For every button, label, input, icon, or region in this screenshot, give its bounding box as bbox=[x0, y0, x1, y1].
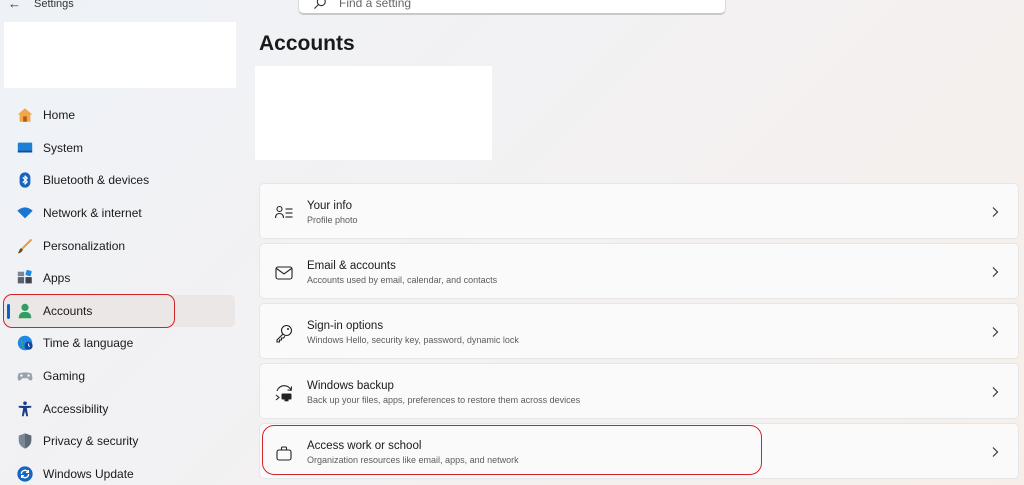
sidebar-nav: Home System Bluetooth & devices Network … bbox=[0, 99, 240, 485]
card-email-accounts[interactable]: Email & accounts Accounts used by email,… bbox=[259, 243, 1019, 299]
briefcase-icon bbox=[274, 443, 294, 463]
sidebar-item-accounts[interactable]: Accounts bbox=[4, 294, 235, 328]
sidebar-item-label: Gaming bbox=[43, 369, 86, 384]
card-access-work-school[interactable]: Access work or school Organization resou… bbox=[259, 423, 1019, 479]
card-title: Your info bbox=[307, 200, 352, 212]
sidebar-item-windows-update[interactable]: Windows Update bbox=[4, 458, 235, 485]
card-windows-backup[interactable]: Windows backup Back up your files, apps,… bbox=[259, 363, 1019, 419]
sidebar-item-home[interactable]: Home bbox=[4, 99, 235, 132]
wifi-icon bbox=[16, 204, 34, 222]
back-button[interactable]: ← bbox=[8, 0, 21, 11]
backup-icon bbox=[274, 383, 294, 403]
home-icon bbox=[16, 106, 34, 124]
person-lines-icon bbox=[274, 203, 294, 223]
brush-icon bbox=[16, 237, 34, 255]
settings-list: Your info Profile photo Email & accounts… bbox=[259, 183, 1019, 483]
sidebar-item-privacy-security[interactable]: Privacy & security bbox=[4, 425, 235, 458]
title-bar: ← Settings bbox=[0, 0, 1024, 15]
chevron-right-icon bbox=[990, 385, 1000, 397]
sidebar-item-label: Accessibility bbox=[43, 401, 109, 416]
card-title: Email & accounts bbox=[307, 260, 396, 272]
profile-card[interactable] bbox=[4, 22, 236, 88]
key-icon bbox=[274, 323, 294, 343]
chevron-right-icon bbox=[990, 445, 1000, 457]
mail-icon bbox=[274, 263, 294, 283]
system-icon bbox=[16, 139, 34, 157]
sidebar-item-bluetooth[interactable]: Bluetooth & devices bbox=[4, 164, 235, 197]
apps-icon bbox=[16, 269, 34, 287]
card-title: Access work or school bbox=[307, 440, 422, 452]
sidebar-item-label: Apps bbox=[43, 271, 71, 286]
chevron-right-icon bbox=[990, 265, 1000, 277]
sidebar-item-label: Bluetooth & devices bbox=[43, 173, 150, 188]
avatar bbox=[255, 66, 492, 160]
card-subtitle: Accounts used by email, calendar, and co… bbox=[307, 275, 498, 285]
gamepad-icon bbox=[16, 367, 34, 385]
bluetooth-icon bbox=[16, 171, 34, 189]
card-subtitle: Windows Hello, security key, password, d… bbox=[307, 335, 519, 345]
sidebar-item-network[interactable]: Network & internet bbox=[4, 197, 235, 230]
page-title: Accounts bbox=[259, 32, 355, 55]
card-title: Sign-in options bbox=[307, 320, 384, 332]
card-subtitle: Organization resources like email, apps,… bbox=[307, 455, 519, 465]
card-sign-in-options[interactable]: Sign-in options Windows Hello, security … bbox=[259, 303, 1019, 359]
update-icon bbox=[16, 465, 34, 483]
sidebar-item-label: Accounts bbox=[43, 303, 93, 318]
card-subtitle: Back up your files, apps, preferences to… bbox=[307, 395, 581, 405]
sidebar-item-label: Home bbox=[43, 108, 76, 123]
chevron-right-icon bbox=[990, 205, 1000, 217]
sidebar-item-label: System bbox=[43, 140, 84, 155]
sidebar-item-label: Windows Update bbox=[43, 466, 134, 481]
chevron-right-icon bbox=[990, 325, 1000, 337]
search-input[interactable] bbox=[339, 0, 699, 10]
globe-clock-icon bbox=[16, 334, 34, 352]
sidebar-item-gaming[interactable]: Gaming bbox=[4, 360, 235, 393]
search-box[interactable] bbox=[298, 0, 726, 15]
sidebar-item-accessibility[interactable]: Accessibility bbox=[4, 392, 235, 425]
sidebar-item-personalization[interactable]: Personalization bbox=[4, 229, 235, 262]
selection-indicator bbox=[7, 303, 10, 319]
card-your-info[interactable]: Your info Profile photo bbox=[259, 183, 1019, 239]
sidebar-item-system[interactable]: System bbox=[4, 132, 235, 165]
sidebar-item-label: Time & language bbox=[43, 336, 134, 351]
search-icon bbox=[314, 0, 326, 9]
card-title: Windows backup bbox=[307, 380, 394, 392]
accessibility-icon bbox=[16, 400, 34, 418]
sidebar-item-label: Network & internet bbox=[43, 206, 142, 221]
shield-icon bbox=[16, 432, 34, 450]
sidebar-item-label: Personalization bbox=[43, 238, 126, 253]
sidebar-item-apps[interactable]: Apps bbox=[4, 262, 235, 295]
card-subtitle: Profile photo bbox=[307, 215, 358, 225]
sidebar-item-label: Privacy & security bbox=[43, 434, 139, 449]
accounts-icon bbox=[16, 302, 34, 320]
sidebar-item-time-language[interactable]: Time & language bbox=[4, 327, 235, 360]
app-title: Settings bbox=[34, 0, 74, 10]
